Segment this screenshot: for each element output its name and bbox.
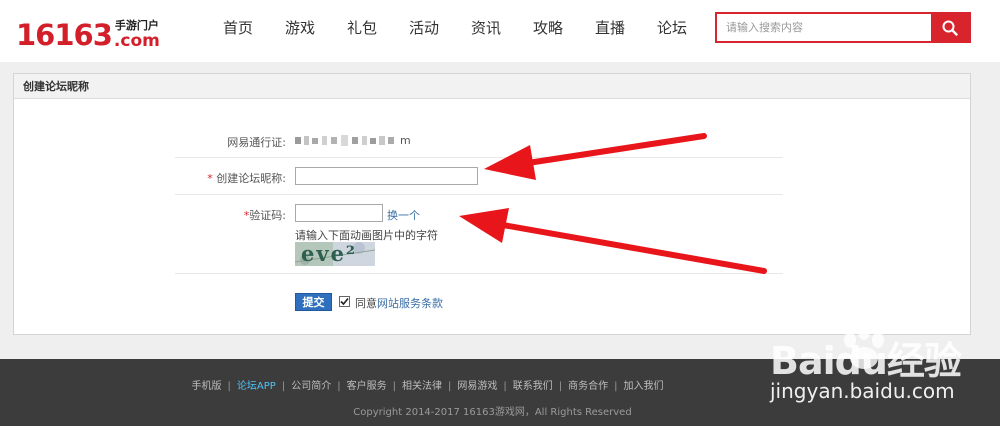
nav-item-events[interactable]: 活动: [393, 0, 455, 58]
agree-label: 同意: [355, 297, 377, 310]
site-logo[interactable]: 16163 手游门户 .com: [16, 14, 160, 50]
footer-link-support[interactable]: 客户服务: [347, 381, 387, 392]
captcha-image: eve²: [295, 242, 375, 266]
nav-item-live[interactable]: 直播: [579, 0, 641, 58]
nav-item-guides[interactable]: 攻略: [517, 0, 579, 58]
account-value-redacted: [295, 135, 394, 146]
site-footer: 手机版 | 论坛APP | 公司简介 | 客户服务 | 相关法律 | 网易游戏 | 联系我们 | 商务合作 |…: [0, 359, 1000, 426]
refresh-captcha-link[interactable]: 换一个: [387, 207, 420, 223]
captcha-hint: 请输入下面动画图片中的字符: [295, 229, 438, 242]
account-value-suffix: m: [400, 134, 411, 147]
search-button[interactable]: [931, 14, 969, 41]
separator: |: [558, 381, 563, 392]
agree-checkbox[interactable]: [339, 296, 350, 307]
separator: |: [392, 381, 396, 392]
row-divider: [175, 157, 783, 158]
required-mark: *: [207, 172, 213, 185]
footer-link-business[interactable]: 商务合作: [568, 381, 608, 392]
nav-item-gifts[interactable]: 礼包: [331, 0, 393, 58]
logo-subtitle: 手游门户: [114, 19, 159, 32]
nav-item-games[interactable]: 游戏: [269, 0, 331, 58]
captcha-label: *验证码:: [166, 207, 286, 223]
separator: |: [503, 381, 507, 392]
row-divider: [175, 194, 783, 195]
nickname-label-text: 创建论坛昵称:: [216, 172, 286, 185]
footer-link-about[interactable]: 公司简介: [291, 381, 331, 392]
captcha-input[interactable]: [295, 204, 383, 222]
search-icon: [942, 20, 958, 36]
captcha-label-text: 验证码:: [249, 209, 286, 222]
nav-item-news[interactable]: 资讯: [455, 0, 517, 58]
separator: |: [337, 381, 341, 392]
search-box: [715, 12, 971, 43]
search-input[interactable]: [717, 14, 932, 41]
create-nickname-panel: 创建论坛昵称: [13, 73, 971, 335]
row-divider: [175, 273, 783, 274]
check-icon: [340, 297, 349, 306]
nav-item-home[interactable]: 首页: [207, 0, 269, 58]
submit-button[interactable]: 提交: [295, 293, 332, 311]
logo-domain: .com: [113, 31, 160, 51]
footer-link-join[interactable]: 加入我们: [623, 381, 663, 392]
footer-link-forum-app[interactable]: 论坛APP: [237, 381, 276, 392]
separator: |: [614, 381, 618, 392]
nickname-label: * 创建论坛昵称:: [166, 170, 286, 186]
logo-number: 16163: [16, 18, 113, 52]
separator: |: [227, 381, 231, 392]
main-nav: 首页 游戏 礼包 活动 资讯 攻略 直播 论坛: [207, 0, 703, 58]
agree-text: 同意网站服务条款: [355, 295, 443, 311]
footer-link-legal[interactable]: 相关法律: [402, 381, 442, 392]
terms-link[interactable]: 网站服务条款: [377, 297, 443, 310]
nickname-input[interactable]: [295, 167, 478, 185]
site-header: 16163 手游门户 .com 首页 游戏 礼包 活动 资讯 攻略 直播 论坛: [0, 0, 1000, 62]
separator: |: [281, 381, 286, 392]
copyright: Copyright 2014-2017 16163游戏网，All Rights …: [353, 407, 632, 418]
separator: |: [447, 381, 452, 392]
footer-link-contact[interactable]: 联系我们: [513, 381, 553, 392]
nav-item-forum[interactable]: 论坛: [641, 0, 703, 58]
footer-links: 手机版 | 论坛APP | 公司简介 | 客户服务 | 相关法律 | 网易游戏 | 联系我们 | 商务合作 |…: [0, 377, 855, 392]
account-label: 网易通行证:: [227, 136, 286, 149]
panel-title: 创建论坛昵称: [14, 74, 970, 99]
footer-link-mobile[interactable]: 手机版: [192, 381, 222, 392]
captcha-text: eve²: [301, 242, 358, 266]
footer-link-netease-games[interactable]: 网易游戏: [457, 381, 497, 392]
